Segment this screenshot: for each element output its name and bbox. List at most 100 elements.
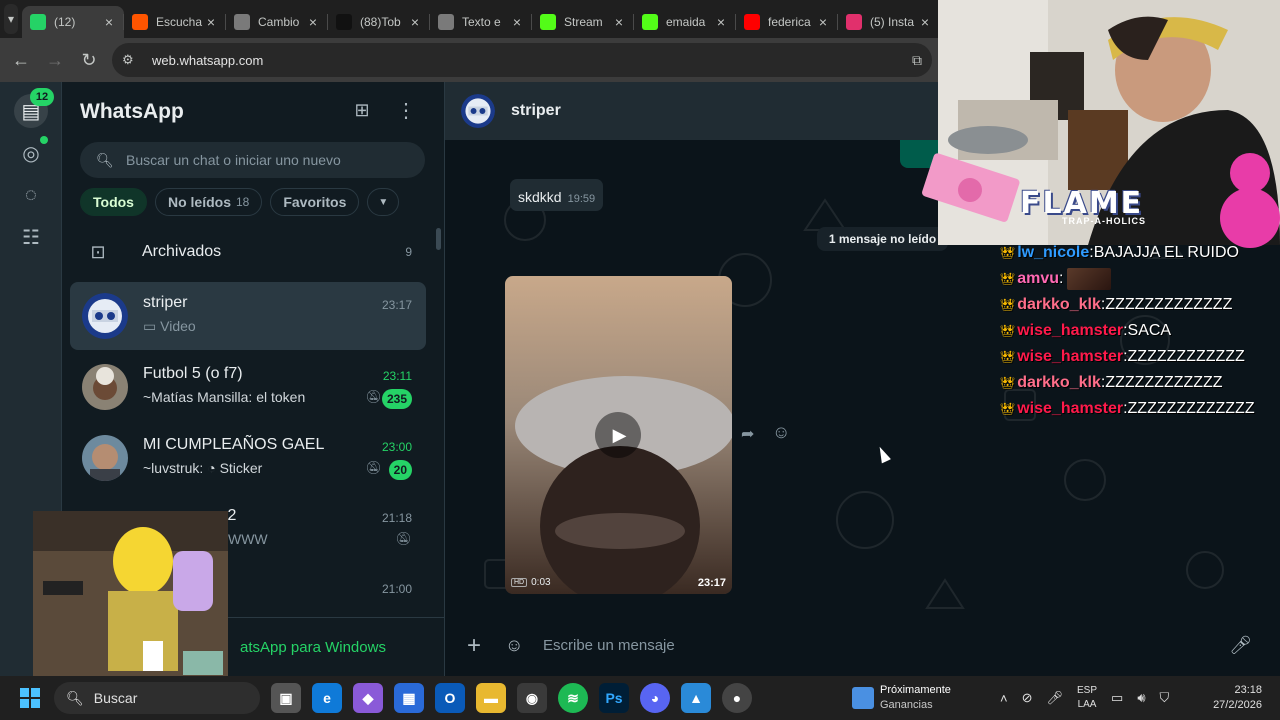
address-bar: ← → ↻ ⚙ web.whatsapp.com ⧉ <box>0 38 940 82</box>
tab-close-icon[interactable]: × <box>816 14 830 30</box>
tab-close-icon[interactable]: × <box>306 14 320 30</box>
tab-close-icon[interactable]: × <box>714 14 728 30</box>
chat-message: ZZZZZZZZZZZZZ <box>1127 400 1255 417</box>
news-widget[interactable]: Próximamente Ganancias <box>852 680 951 716</box>
browser-tab[interactable]: Texto e × <box>430 6 532 38</box>
tab-close-icon[interactable]: × <box>918 14 932 30</box>
tab-label: (12) <box>54 15 76 29</box>
file-explorer-icon[interactable]: ▬ <box>476 683 506 713</box>
install-app-icon[interactable]: ⧉ <box>912 52 922 69</box>
chat-list-scrollbar[interactable] <box>436 228 441 250</box>
contact-name: striper <box>511 102 561 119</box>
microphone-icon[interactable]: 🎤︎ <box>1229 635 1252 656</box>
chat-badge-icon: 👑︎ <box>1000 272 1016 286</box>
task-view-icon[interactable]: ▣ <box>271 683 301 713</box>
unread-badge: 20 <box>388 460 412 480</box>
chat-row-striper[interactable]: striper 23:17 ▭ Video <box>70 282 426 350</box>
search-input[interactable]: 🔍︎ Buscar un chat o iniciar uno nuevo <box>80 142 425 178</box>
language-indicator[interactable]: ESP LAA <box>1077 684 1097 712</box>
store-icon[interactable]: ▦ <box>394 683 424 713</box>
filter-unread[interactable]: No leídos 18 <box>154 188 263 216</box>
chat-badge-icon: 👑︎ <box>1000 246 1016 260</box>
hd-badge: HD <box>511 578 528 587</box>
edge-icon[interactable]: e <box>312 683 342 713</box>
filter-all[interactable]: Todos <box>80 188 147 216</box>
browser-tab[interactable]: federica × <box>736 6 838 38</box>
obs-icon[interactable]: ● <box>722 683 752 713</box>
unread-badge: 235 <box>381 389 412 409</box>
browser-tab[interactable]: Escucha × <box>124 6 226 38</box>
filter-favorites[interactable]: Favoritos <box>270 188 360 216</box>
react-emoji-icon[interactable]: ☺ <box>772 422 790 443</box>
muted-icon: 🔕︎ <box>395 531 412 546</box>
chat-preview-sticker: Sticker <box>219 460 263 476</box>
archived-row[interactable]: ⊡ Archivados 9 <box>70 232 430 272</box>
browser-tab[interactable]: Stream × <box>532 6 634 38</box>
chrome-icon[interactable]: ◉ <box>517 683 547 713</box>
stream-chat-line: 👑︎ darkko_klk: ZZZZZZZZZZZZ <box>1000 370 1280 396</box>
tab-close-icon[interactable]: × <box>510 14 524 30</box>
photoshop-icon[interactable]: Ps <box>599 683 629 713</box>
tab-close-icon[interactable]: × <box>102 14 116 30</box>
attach-icon[interactable]: + <box>467 632 493 660</box>
communities-icon[interactable]: ☷ <box>14 220 48 254</box>
money-graphic <box>922 153 1020 222</box>
chat-row-cumpleanos[interactable]: MI CUMPLEAÑOS GAEL 23:00 ~luvstruk: ◔ St… <box>70 424 426 492</box>
clock[interactable]: 23:18 27/2/2026 <box>1213 683 1262 713</box>
volume-icon[interactable]: 🔊︎ <box>1137 690 1145 706</box>
filter-unread-label: No leídos <box>167 194 231 210</box>
forward-icon[interactable]: → <box>38 43 72 77</box>
play-icon[interactable]: ▶ <box>595 412 641 458</box>
chats-badge: 12 <box>30 88 54 106</box>
clock-date: 27/2/2026 <box>1213 699 1262 711</box>
tab-close-icon[interactable]: × <box>204 14 218 30</box>
chat-separator: : <box>1059 270 1064 287</box>
chat-emote <box>1067 268 1112 290</box>
tab-favicon-icon <box>132 14 148 30</box>
contact-avatar[interactable] <box>461 94 495 128</box>
tab-close-icon[interactable]: × <box>408 14 422 30</box>
menu-icon[interactable]: ⋮ <box>394 100 418 124</box>
site-info-icon[interactable]: ⚙ <box>122 52 144 68</box>
chat-message: SACA <box>1127 322 1172 339</box>
microphone-icon[interactable]: 🎤︎ <box>1047 690 1064 706</box>
avatar <box>82 364 128 410</box>
copilot-icon[interactable]: ◆ <box>353 683 383 713</box>
taskbar-search[interactable]: 🔍︎ Buscar <box>54 682 260 714</box>
url-field[interactable]: ⚙ web.whatsapp.com ⧉ <box>112 43 932 77</box>
spotify-icon[interactable]: ≋ <box>558 683 588 713</box>
discord-icon[interactable]: ◕ <box>640 683 670 713</box>
tab-search-button[interactable]: ▾ <box>4 4 18 34</box>
browser-tab[interactable]: (12) × <box>22 6 124 38</box>
chat-row-futbol[interactable]: Futbol 5 (o f7) 23:11 ~Matías Mansilla: … <box>70 353 426 421</box>
shield-icon[interactable]: ⛉ <box>1160 690 1170 706</box>
archived-label: Archivados <box>142 243 222 260</box>
tab-close-icon[interactable]: × <box>612 14 626 30</box>
incoming-message[interactable]: skdkkd 19:59 <box>510 179 604 211</box>
outlook-icon[interactable]: O <box>435 683 465 713</box>
browser-tab[interactable]: (5) Insta × <box>838 6 940 38</box>
video-message[interactable]: ▶ HD 0:03 23:17 <box>505 276 732 594</box>
display-icon[interactable]: ▭ <box>1111 690 1123 706</box>
photos-icon[interactable]: ▲ <box>681 683 711 713</box>
message-input[interactable]: Escribe un mensaje <box>543 637 675 654</box>
browser-tab-strip: ▾ (12) × Escucha × Cambio × (88)Tob × Texto e × St… <box>0 0 940 38</box>
back-icon[interactable]: ← <box>4 43 38 77</box>
chat-time: 23:00 <box>381 440 412 454</box>
channels-icon[interactable]: ◌ <box>14 178 48 212</box>
sticker-emoji-icon[interactable]: ☺ <box>505 635 531 656</box>
chat-username: lw_nicole <box>1017 244 1090 261</box>
browser-tab[interactable]: Cambio × <box>226 6 328 38</box>
browser-tab[interactable]: (88)Tob × <box>328 6 430 38</box>
forward-message-icon[interactable]: ➦ <box>741 424 754 444</box>
chevron-up-icon[interactable]: ˄ <box>1000 691 1008 706</box>
filter-more-chevron-icon[interactable]: ▼ <box>367 188 400 216</box>
new-chat-icon[interactable]: ⊞ <box>350 100 374 124</box>
start-button[interactable] <box>20 688 40 708</box>
search-icon: 🔍︎ <box>96 151 114 168</box>
browser-tab[interactable]: emaida × <box>634 6 736 38</box>
reload-icon[interactable]: ↻ <box>72 43 106 77</box>
network-off-icon[interactable]: ⊘ <box>1022 690 1033 706</box>
tab-favicon-icon <box>540 14 556 30</box>
chat-time: 23:11 <box>382 369 412 383</box>
